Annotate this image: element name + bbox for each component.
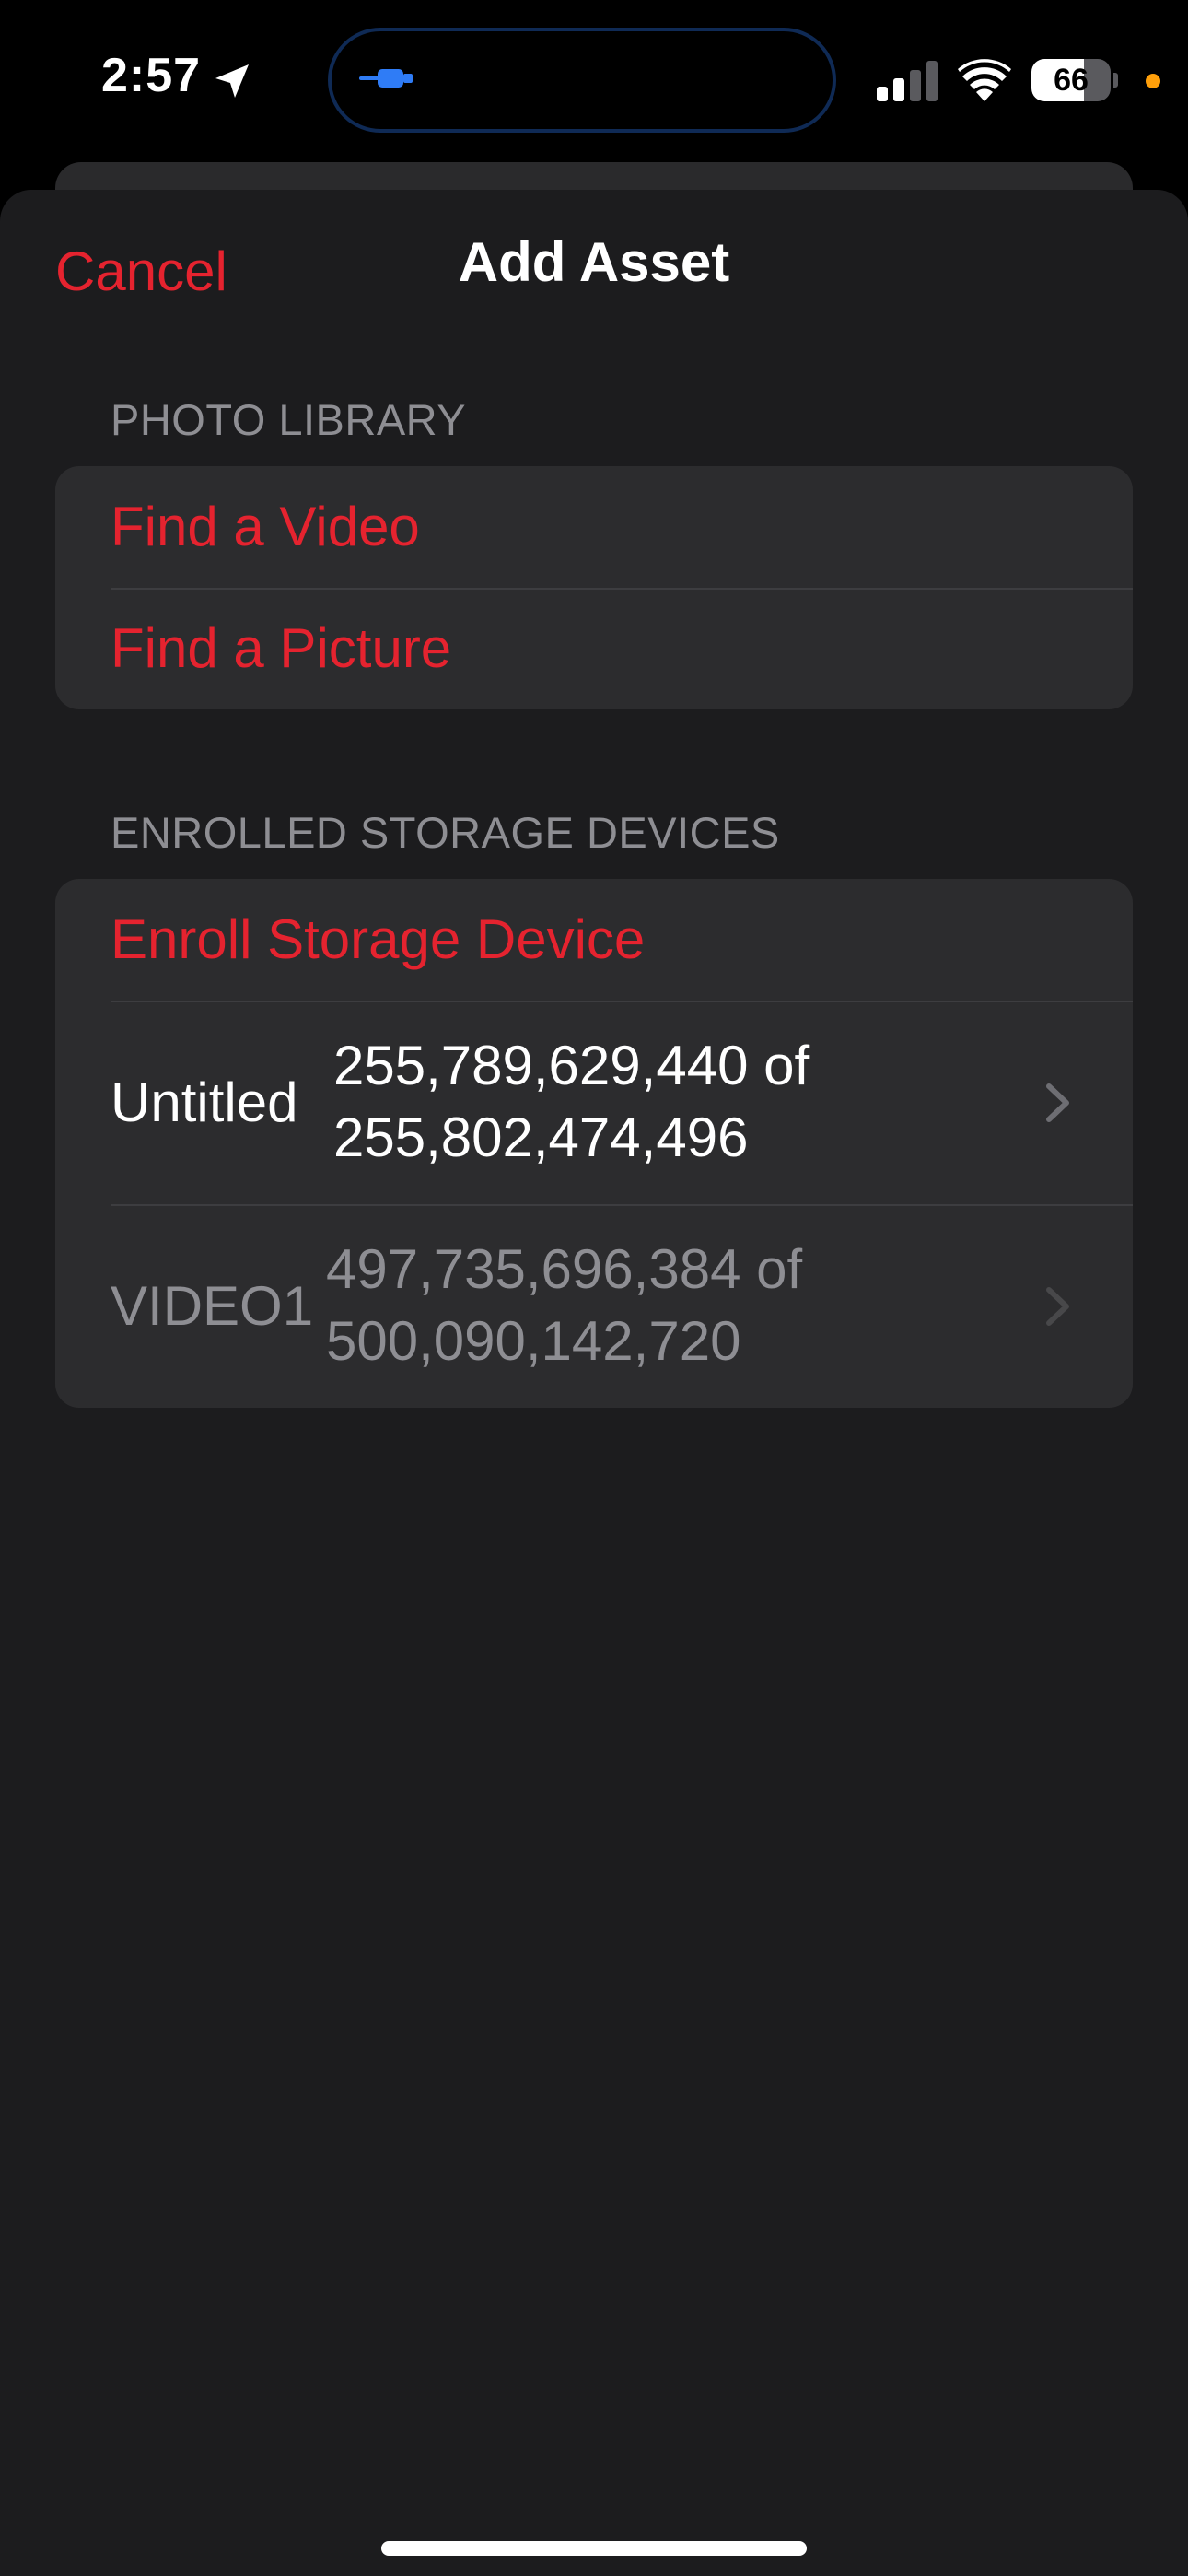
- device-capacity: 497,735,696,384 of 500,090,142,720: [326, 1238, 803, 1372]
- enroll-storage-row[interactable]: Enroll Storage Device: [55, 879, 1133, 1001]
- device-name: VIDEO1: [111, 1275, 314, 1337]
- cellular-signal-icon: [877, 61, 938, 101]
- cancel-button[interactable]: Cancel: [55, 240, 227, 303]
- dynamic-island: [328, 28, 836, 133]
- enroll-storage-device-button[interactable]: Enroll Storage Device: [111, 879, 645, 1001]
- chevron-right-icon: [1046, 1083, 1069, 1122]
- find-picture-button[interactable]: Find a Picture: [111, 588, 451, 709]
- chevron-right-icon: [1046, 1287, 1069, 1326]
- find-video-button[interactable]: Find a Video: [111, 466, 420, 588]
- storage-device-row-untitled[interactable]: Untitled 255,789,629,440 of 255,802,474,…: [55, 1001, 1133, 1204]
- find-video-row[interactable]: Find a Video: [55, 466, 1133, 588]
- home-indicator[interactable]: [381, 2541, 807, 2556]
- add-asset-sheet: Add Asset Cancel PHOTO LIBRARY Find a Vi…: [0, 190, 1188, 2576]
- device-name: Untitled: [111, 1071, 298, 1133]
- usb-connection-icon: [359, 69, 413, 88]
- status-time: 2:57: [101, 49, 202, 102]
- battery-level: 66: [1054, 63, 1089, 98]
- device-capacity: 255,789,629,440 of 255,802,474,496: [333, 1035, 810, 1168]
- wifi-icon: [958, 59, 1011, 101]
- privacy-indicator-dot: [1146, 74, 1160, 88]
- status-bar: 2:57 66: [0, 0, 1188, 166]
- battery-icon: 66: [1031, 59, 1118, 101]
- location-arrow-icon: [215, 64, 249, 98]
- storage-devices-header: ENROLLED STORAGE DEVICES: [111, 808, 780, 857]
- photo-library-group: Find a Video Find a Picture: [55, 466, 1133, 709]
- find-picture-row[interactable]: Find a Picture: [55, 588, 1133, 709]
- storage-devices-group: Enroll Storage Device Untitled 255,789,6…: [55, 879, 1133, 1408]
- storage-device-row-video1[interactable]: VIDEO1 497,735,696,384 of 500,090,142,72…: [55, 1204, 1133, 1408]
- photo-library-header: PHOTO LIBRARY: [111, 395, 467, 444]
